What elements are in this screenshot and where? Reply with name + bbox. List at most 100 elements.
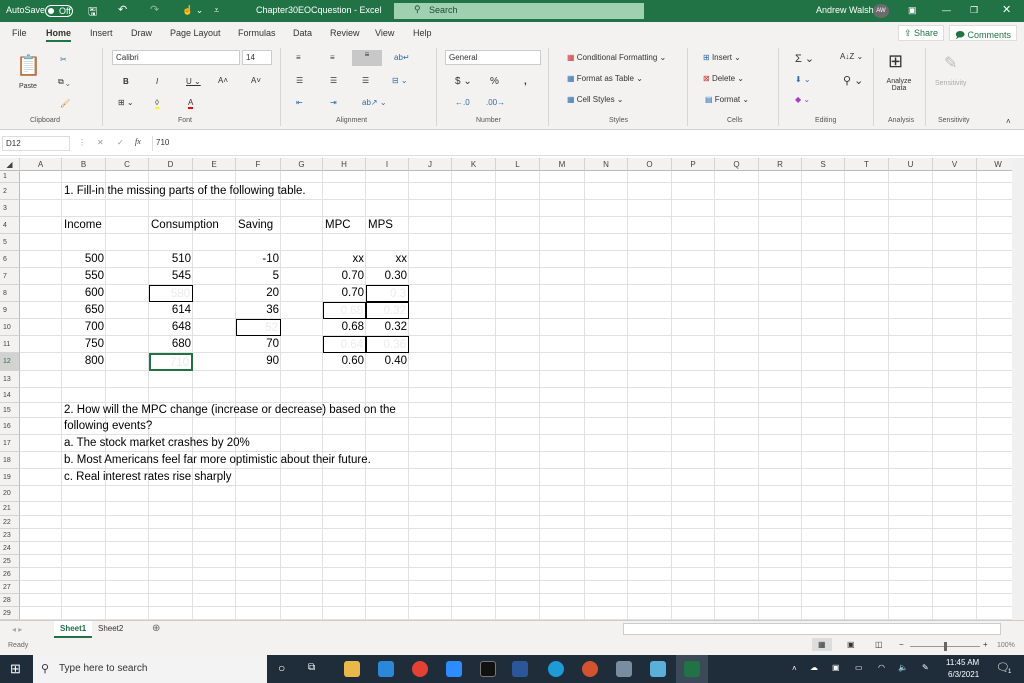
column-header[interactable]: B: [62, 158, 106, 171]
fill-color-icon[interactable]: ◊: [155, 98, 159, 109]
column-header[interactable]: H: [323, 158, 366, 171]
row-header[interactable]: 1: [0, 171, 20, 183]
column-header[interactable]: W: [977, 158, 1012, 171]
align-left-icon[interactable]: ☰: [296, 76, 303, 85]
column-header[interactable]: A: [20, 158, 62, 171]
touch-mode-icon[interactable]: ☝ ⌄: [182, 5, 203, 16]
customize-toolbar-icon[interactable]: ⩡: [214, 5, 219, 16]
formula-options-icon[interactable]: ⋮: [78, 138, 86, 147]
normal-view-icon[interactable]: ▦: [812, 638, 832, 651]
row-header[interactable]: 9: [0, 302, 20, 319]
row-header[interactable]: 26: [0, 568, 20, 581]
sort-filter-icon[interactable]: A↓Z ⌄: [840, 52, 863, 61]
tab-file[interactable]: File: [12, 28, 27, 38]
bold-icon[interactable]: B: [123, 77, 129, 86]
undo-icon[interactable]: ↶: [118, 3, 127, 16]
clock-time[interactable]: 11:45 AM: [946, 658, 979, 667]
column-header[interactable]: K: [452, 158, 496, 171]
redo-icon[interactable]: ↷: [150, 3, 159, 16]
row-header[interactable]: 16: [0, 418, 20, 435]
volume-icon[interactable]: 🔈: [898, 663, 908, 672]
column-header[interactable]: R: [759, 158, 802, 171]
comments-button[interactable]: 🗩 Comments: [949, 25, 1018, 41]
format-as-table-button[interactable]: ▦ Format as Table ⌄: [567, 74, 643, 83]
cell-b16[interactable]: following events?: [62, 418, 154, 435]
cell-i12[interactable]: 0.40: [366, 353, 409, 371]
cell-i8[interactable]: 0.3: [366, 285, 409, 302]
taskbar-search-box[interactable]: ⚲ Type here to search: [33, 655, 267, 683]
insert-function-icon[interactable]: fx: [135, 137, 141, 146]
column-header[interactable]: N: [585, 158, 628, 171]
autosum-icon[interactable]: Σ ⌄: [795, 52, 814, 65]
battery-icon[interactable]: ▭: [855, 663, 863, 672]
row-header[interactable]: 17: [0, 435, 20, 452]
italic-icon[interactable]: I: [156, 77, 158, 86]
cell-f9[interactable]: 36: [236, 302, 281, 319]
collapse-ribbon-icon[interactable]: ˄: [1006, 117, 1011, 126]
powerpoint-icon[interactable]: [582, 661, 598, 677]
row-header[interactable]: 29: [0, 607, 20, 620]
cell-b4[interactable]: Income: [62, 217, 104, 234]
tab-review[interactable]: Review: [330, 28, 360, 38]
cell-f6[interactable]: -10: [236, 251, 281, 268]
cancel-icon[interactable]: ✕: [97, 138, 104, 147]
page-break-view-icon[interactable]: ◫: [875, 640, 883, 649]
close-icon[interactable]: ✕: [1002, 3, 1011, 16]
decrease-font-icon[interactable]: A˅: [251, 76, 261, 85]
row-header[interactable]: 2: [0, 183, 20, 200]
cell-i9[interactable]: 0.32: [366, 302, 409, 319]
row-header[interactable]: 13: [0, 371, 20, 388]
align-center-icon[interactable]: ☰: [330, 76, 337, 85]
cell-d8[interactable]: 580: [149, 285, 193, 302]
row-header[interactable]: 15: [0, 403, 20, 418]
row-header[interactable]: 7: [0, 268, 20, 285]
column-header[interactable]: J: [409, 158, 452, 171]
cell-h11[interactable]: 0.64: [323, 336, 366, 353]
font-name-select[interactable]: Calibri: [112, 50, 240, 65]
search-box[interactable]: ⚲ Search: [394, 3, 644, 19]
analyze-data-button[interactable]: Analyze Data: [884, 78, 914, 92]
copy-icon[interactable]: ⧉ ⌄: [58, 77, 70, 87]
zoom-slider[interactable]: [910, 642, 980, 651]
worksheet-grid[interactable]: ◢ A B C D E F G H I J K L M N O P Q R S T U V W 1 2 3 4 5 6 7 8 9 10 11 12 1…: [0, 158, 1012, 620]
delete-cells-button[interactable]: ⊠ Delete ⌄: [703, 74, 744, 83]
underline-icon[interactable]: U ⌄: [186, 77, 201, 86]
cell-h7[interactable]: 0.70: [323, 268, 366, 285]
cell-f10[interactable]: 52: [236, 319, 281, 336]
cell-d12[interactable]: 710: [149, 353, 193, 371]
row-header[interactable]: 22: [0, 516, 20, 529]
cell-i10[interactable]: 0.32: [366, 319, 409, 336]
clear-icon[interactable]: ◆ ⌄: [795, 95, 810, 104]
autosave-toggle[interactable]: Off: [45, 5, 73, 17]
cell-i4[interactable]: MPS: [366, 217, 395, 234]
cell-h6[interactable]: xx: [323, 251, 366, 268]
cell-b7[interactable]: 550: [62, 268, 106, 285]
font-color-icon[interactable]: A: [188, 98, 194, 109]
sheet-tab-sheet1[interactable]: Sheet1: [54, 621, 93, 638]
cell-f12[interactable]: 90: [236, 353, 281, 371]
cell-d11[interactable]: 680: [149, 336, 193, 353]
row-header[interactable]: 14: [0, 388, 20, 403]
row-header[interactable]: 19: [0, 469, 20, 486]
increase-indent-icon[interactable]: ⇥: [330, 98, 337, 107]
column-header[interactable]: M: [540, 158, 585, 171]
mail-icon[interactable]: [378, 661, 394, 677]
minimize-icon[interactable]: —: [942, 5, 951, 15]
cell-d4[interactable]: Consumption: [149, 217, 221, 234]
sheet-tab-sheet2[interactable]: Sheet2: [98, 624, 123, 633]
kindle-icon[interactable]: [650, 661, 666, 677]
cortana-icon[interactable]: ○: [278, 661, 285, 675]
cell-d9[interactable]: 614: [149, 302, 193, 319]
decrease-indent-icon[interactable]: ⇤: [296, 98, 303, 107]
paste-label[interactable]: Paste: [19, 83, 37, 90]
column-header[interactable]: U: [889, 158, 933, 171]
row-header[interactable]: 18: [0, 452, 20, 469]
orientation-icon[interactable]: ab↗ ⌄: [362, 98, 387, 107]
zoom-slider-thumb[interactable]: [944, 642, 947, 651]
row-header[interactable]: 27: [0, 581, 20, 594]
wifi-icon[interactable]: ◠: [878, 663, 885, 672]
cell-b17[interactable]: a. The stock market crashes by 20%: [62, 435, 252, 452]
cell-i6[interactable]: xx: [366, 251, 409, 268]
avatar[interactable]: AW: [873, 4, 889, 18]
column-header[interactable]: E: [193, 158, 236, 171]
